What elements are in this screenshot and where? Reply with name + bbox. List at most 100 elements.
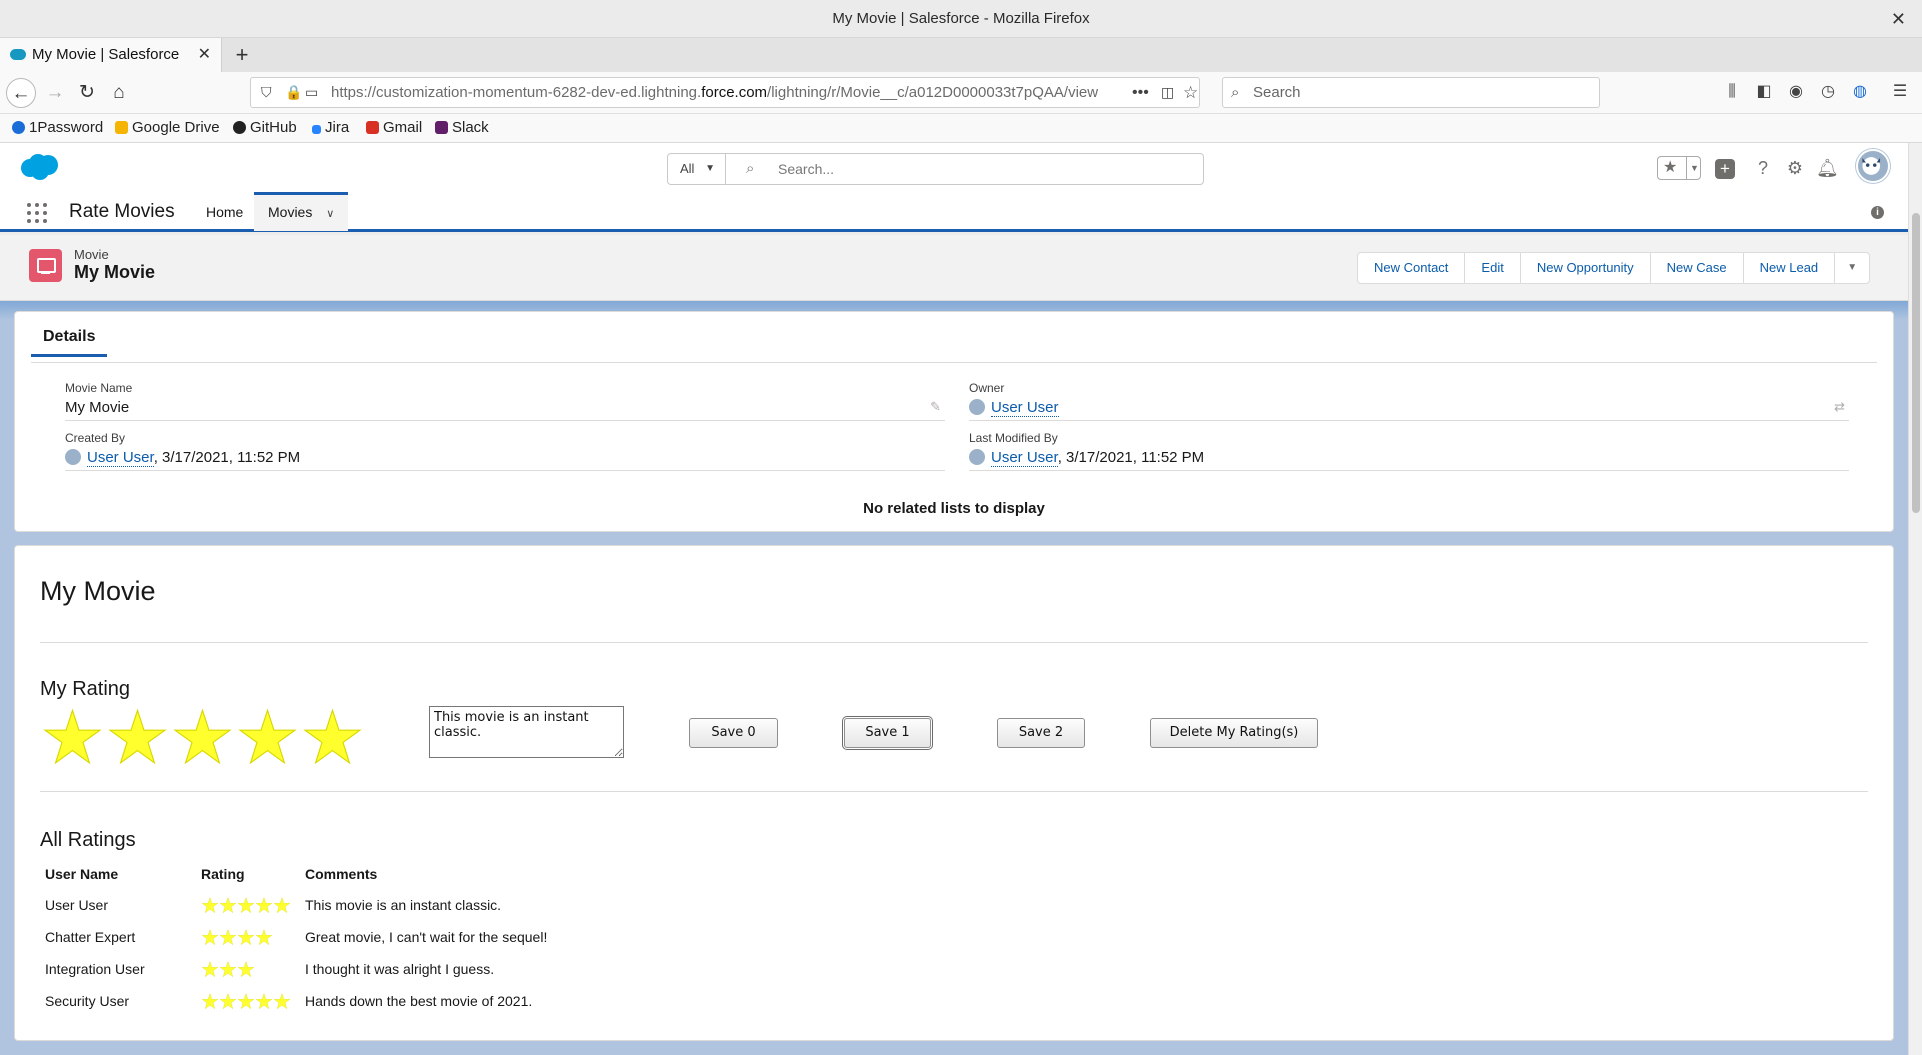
rating-user-name: Security User	[45, 993, 130, 1009]
sidebar-icon[interactable]: ◧	[1752, 80, 1776, 104]
delete-my-ratings-button[interactable]: Delete My Rating(s)	[1150, 718, 1318, 748]
app-name: Rate Movies	[69, 201, 175, 222]
created-by-link[interactable]: User User	[87, 449, 154, 467]
user-avatar[interactable]	[1856, 149, 1890, 183]
more-actions-chevron-icon[interactable]: ▼	[1835, 253, 1869, 283]
owner-link[interactable]: User User	[991, 399, 1059, 417]
search-scope-select[interactable]: All ▼	[668, 154, 726, 184]
setup-gear-icon[interactable]: ⚙	[1784, 155, 1806, 181]
new-opportunity-button[interactable]: New Opportunity	[1521, 253, 1651, 283]
salesforce-logo-icon[interactable]	[18, 153, 60, 181]
star-icon	[219, 897, 237, 913]
bookmark-github[interactable]: GitHub	[233, 114, 297, 142]
all-ratings-table: User Name Rating Comments User User This …	[45, 859, 705, 1017]
pocket-icon[interactable]: ◫	[1161, 78, 1174, 107]
bookmark-label: Jira	[325, 119, 350, 136]
star-icon	[201, 961, 219, 977]
rating-star-icon[interactable]	[235, 708, 300, 764]
info-icon[interactable]: i	[1871, 206, 1884, 219]
field-value: User User, 3/17/2021, 11:52 PM	[969, 449, 1205, 467]
lock-icon[interactable]: 🔒	[285, 78, 302, 107]
rating-stars-cell	[201, 953, 305, 985]
bookmark-gmail[interactable]: Gmail	[366, 114, 422, 142]
chevron-down-icon[interactable]: ∨	[326, 208, 334, 220]
field-value: User User, 3/17/2021, 11:52 PM	[65, 449, 301, 467]
change-owner-icon[interactable]: ⇄	[1834, 399, 1845, 415]
menu-icon[interactable]: ☰	[1888, 80, 1912, 104]
global-search[interactable]: All ▼ ⌕ Search...	[667, 153, 1204, 185]
history-icon[interactable]: ◷	[1816, 80, 1840, 104]
notifications-bell-icon[interactable]: 🔔︎	[1816, 155, 1839, 181]
new-case-button[interactable]: New Case	[1651, 253, 1744, 283]
rating-star-icon[interactable]	[170, 708, 235, 764]
window-close-icon[interactable]: ✕	[1891, 0, 1906, 38]
pencil-edit-icon[interactable]: ✎	[930, 399, 941, 415]
new-tab-icon[interactable]: +	[230, 38, 254, 72]
bookmark-label: GitHub	[250, 119, 297, 136]
movie-object-icon	[29, 249, 62, 282]
app-launcher-icon[interactable]	[27, 203, 47, 223]
bookmark-1password[interactable]: 1Password	[12, 114, 103, 142]
onepassword-icon	[12, 121, 25, 134]
bookmark-star-icon[interactable]: ☆	[1183, 78, 1198, 107]
app-navigation-bar: Rate Movies Home Movies ∨ i	[0, 192, 1908, 232]
url-bar[interactable]: ⛉ 🔒 ▭ https://customization-momentum-628…	[250, 77, 1200, 108]
back-icon[interactable]: ←	[6, 78, 36, 108]
forward-icon[interactable]: →	[40, 78, 70, 108]
url-path: /lightning/r/Movie__c/a012D0000033t7pQAA…	[767, 84, 1099, 101]
rating-star-icon[interactable]	[40, 708, 105, 764]
nav-item-movies[interactable]: Movies ∨	[254, 192, 349, 231]
browser-tab-active[interactable]: My Movie | Salesforce ✕	[0, 38, 222, 72]
favorite-star-icon: ★	[1663, 159, 1678, 176]
bookmarks-toolbar: 1Password Google Drive GitHub Jira Gmail…	[0, 114, 1922, 143]
tracking-shield-icon[interactable]: ⛉	[261, 78, 272, 107]
favorites-button[interactable]: ★ ▼	[1657, 156, 1701, 180]
page-scrollbar[interactable]	[1908, 143, 1922, 1055]
bookmark-label: Google Drive	[132, 119, 220, 136]
save-1-button[interactable]: Save 1	[844, 718, 931, 748]
bookmark-jira[interactable]: Jira	[312, 114, 349, 142]
rating-star-icon[interactable]	[300, 708, 365, 764]
help-icon[interactable]: ?	[1752, 155, 1774, 181]
table-row: Chatter Expert Great movie, I can't wait …	[45, 921, 705, 953]
jira-icon	[312, 125, 321, 134]
slack-icon	[435, 121, 448, 134]
home-icon[interactable]: ⌂	[104, 78, 134, 108]
chevron-down-icon[interactable]: ▼	[1686, 157, 1699, 179]
last-modified-date: , 3/17/2021, 11:52 PM	[1057, 449, 1205, 466]
rating-star-icon[interactable]	[105, 708, 170, 764]
salesforce-favicon-icon	[10, 49, 26, 60]
record-details-card: Details Movie Name My Movie ✎ Owner User…	[14, 311, 1894, 532]
scrollbar-thumb[interactable]	[1912, 213, 1920, 513]
created-by-date: , 3/17/2021, 11:52 PM	[153, 449, 301, 466]
field-owner: Owner User User ⇄	[969, 381, 1849, 421]
permissions-icon[interactable]: ▭	[305, 78, 318, 107]
field-label: Owner	[969, 381, 1005, 395]
column-header-rating: Rating	[201, 866, 245, 882]
new-contact-button[interactable]: New Contact	[1358, 253, 1466, 283]
page-actions-icon[interactable]: •••	[1132, 78, 1149, 107]
last-modified-by-link[interactable]: User User	[991, 449, 1058, 467]
account-icon[interactable]: ◉	[1784, 80, 1808, 104]
rating-stars	[201, 993, 305, 1009]
save-2-button[interactable]: Save 2	[997, 718, 1085, 748]
library-icon[interactable]: ⫼	[1720, 80, 1744, 104]
save-0-button[interactable]: Save 0	[689, 718, 778, 748]
browser-search-bar[interactable]: ⌕ Search	[1222, 77, 1600, 108]
bookmark-slack[interactable]: Slack	[435, 114, 489, 142]
bookmark-google-drive[interactable]: Google Drive	[115, 114, 220, 142]
new-lead-button[interactable]: New Lead	[1744, 253, 1836, 283]
tab-details[interactable]: Details	[31, 328, 108, 357]
password-manager-icon[interactable]: ◍	[1848, 80, 1872, 104]
url-text[interactable]: https://customization-momentum-6282-dev-…	[331, 78, 1098, 107]
field-created-by: Created By User User, 3/17/2021, 11:52 P…	[65, 431, 945, 471]
salesforce-global-header: All ▼ ⌕ Search... ★ ▼ + ? ⚙ 🔔︎	[0, 143, 1908, 192]
nav-item-home[interactable]: Home	[206, 192, 243, 232]
edit-button[interactable]: Edit	[1465, 253, 1521, 283]
reload-icon[interactable]: ↻	[72, 78, 102, 108]
tab-close-icon[interactable]: ✕	[198, 38, 211, 72]
my-rating-stars[interactable]	[40, 708, 365, 764]
global-actions-icon[interactable]: +	[1714, 155, 1736, 181]
rating-comment-textarea[interactable]: This movie is an instant classic.	[429, 706, 624, 758]
rating-comment: I thought it was alright I guess.	[305, 961, 495, 977]
